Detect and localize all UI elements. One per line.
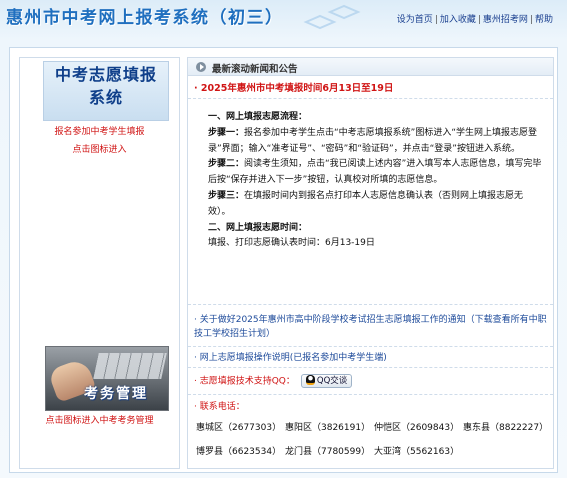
main-frame: 中考志愿填报 系统 报名参加中考学生填报 点击图标进入 考务管理 点击图标进入中…	[9, 47, 558, 473]
notice-row: · 2025年惠州市中考填报时间6月13日至19日	[188, 77, 553, 99]
exam-management-banner[interactable]: 考务管理	[45, 346, 169, 411]
news-panel: 最新滚动新闻和公告 · 2025年惠州市中考填报时间6月13日至19日 一、网上…	[187, 57, 554, 469]
step-1-label: 步骤一：	[208, 127, 245, 138]
volunteer-system-banner[interactable]: 中考志愿填报 系统	[43, 61, 169, 121]
step-1-text: 报名参加中考学生点击“中考志愿填报系统”图标进入“学生网上填报志愿登录”界面；输…	[208, 127, 538, 154]
graduation-decor-icon	[303, 4, 361, 30]
news-header: 最新滚动新闻和公告	[188, 58, 553, 76]
qq-support-label: · 志愿填报技术支持QQ：	[194, 376, 295, 387]
district-phone: 惠东县（8822227）	[463, 423, 549, 433]
step-2-label: 步骤二：	[208, 159, 245, 170]
time-text: 填报、打印志愿确认表时间：6月13-19日	[208, 238, 375, 249]
site-header: 惠州市中考网上报考系统（初三） 设为首页 | 加入收藏 | 惠州招考网 | 帮助	[0, 0, 567, 40]
step-2: 步骤二：阅读考生须知，点击“我已阅读上述内容”进入填写本人志愿信息，填写完毕后按…	[208, 157, 545, 189]
contact-label: · 联系电话：	[194, 402, 245, 412]
step-2-text: 阅读考生须知，点击“我已阅读上述内容”进入填写本人志愿信息，填写完毕后按“保存并…	[208, 159, 542, 186]
step-3-label: 步骤三：	[208, 190, 245, 201]
district-phone: 惠城区（2677303）	[196, 423, 282, 433]
district-phone: 惠阳区（3826191）	[285, 423, 371, 433]
help-link[interactable]: 帮助	[535, 15, 553, 25]
guide-link-row: · 网上志愿填报操作说明(已报名参加中考学生端)	[188, 348, 553, 368]
district-phone: 大亚湾（5562163）	[374, 447, 460, 457]
district-phone: 仲恺区（2609843）	[374, 423, 460, 433]
site-title: 惠州市中考网上报考系统（初三）	[6, 8, 284, 28]
step-3-text: 在填报时间内到报名点打印本人志愿信息确认表（否则网上填报志愿无效）。	[208, 190, 524, 217]
set-homepage-link[interactable]: 设为首页	[397, 15, 433, 25]
district-phone: 龙门县（7780599）	[285, 447, 371, 457]
enrollment-notice-link[interactable]: · 关于做好2025年惠州市高中阶段学校考试招生志愿填报工作的通知（下载查看所有…	[194, 315, 547, 339]
operation-guide-link[interactable]: · 网上志愿填报操作说明(已报名参加中考学生端)	[194, 353, 387, 363]
click-icon-enter-link[interactable]: 点击图标进入	[20, 143, 179, 157]
qq-chat-button[interactable]: QQ交谈	[300, 374, 353, 388]
keyboard-image	[93, 353, 167, 379]
add-favorite-link[interactable]: 加入收藏	[440, 15, 476, 25]
procedure-heading: 一、网上填报志愿流程：	[208, 112, 308, 122]
step-1: 步骤一：报名参加中考学生点击“中考志愿填报系统”图标进入“学生网上填报志愿登录”…	[208, 126, 545, 158]
procedure-block: 一、网上填报志愿流程： 步骤一：报名参加中考学生点击“中考志愿填报系统”图标进入…	[188, 100, 553, 305]
notice-link-row: · 关于做好2025年惠州市高中阶段学校考试招生志愿填报工作的通知（下载查看所有…	[188, 309, 553, 347]
top-links: 设为首页 | 加入收藏 | 惠州招考网 | 帮助	[396, 15, 553, 25]
exam-management-label: 考务管理	[84, 386, 148, 402]
qq-penguin-icon	[305, 375, 315, 385]
news-header-title: 最新滚动新闻和公告	[212, 64, 298, 75]
left-panel: 中考志愿填报 系统 报名参加中考学生填报 点击图标进入 考务管理 点击图标进入中…	[19, 57, 180, 469]
qq-support-row: · 志愿填报技术支持QQ： QQ交谈	[188, 369, 553, 395]
exam-management-link[interactable]: 点击图标进入中考考务管理	[20, 414, 179, 428]
step-3: 步骤三：在填报时间内到报名点打印本人志愿信息确认表（否则网上填报志愿无效）。	[208, 189, 545, 221]
student-entry-link[interactable]: 报名参加中考学生填报	[20, 125, 179, 139]
time-heading: 二、网上填报志愿时间：	[208, 222, 308, 233]
district-phone: 博罗县（6623534）	[196, 447, 282, 457]
notice-title[interactable]: · 2025年惠州市中考填报时间6月13日至19日	[194, 80, 393, 94]
play-bullet-icon	[196, 62, 206, 72]
huizhou-exam-site-link[interactable]: 惠州招考网	[483, 15, 528, 25]
banner-title-line-2: 系统	[88, 88, 123, 107]
qq-chat-button-label: QQ交谈	[316, 376, 348, 386]
contact-block: · 联系电话： 惠城区（2677303） 惠阳区（3826191） 仲恺区（26…	[188, 396, 553, 468]
